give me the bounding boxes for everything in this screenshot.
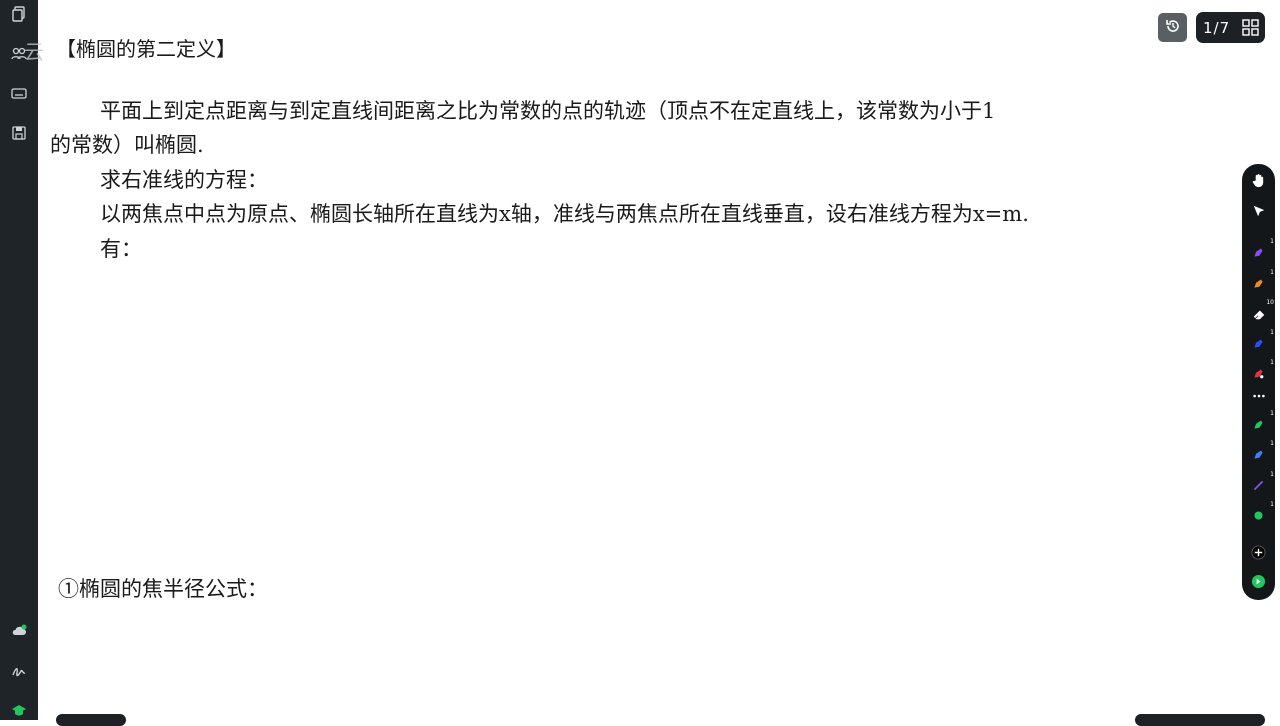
pen-icon[interactable]: 1 — [1250, 329, 1274, 352]
focal-radius-heading: ①椭圆的焦半径公式： — [58, 577, 268, 601]
pen-icon[interactable]: 1 — [1250, 359, 1274, 382]
paragraph-line-2: 的常数）叫椭圆. — [50, 133, 204, 157]
page-number: 1/7 — [1203, 18, 1231, 37]
pointer-icon[interactable] — [1250, 202, 1267, 219]
directrix-prompt: 求右准线的方程： — [100, 168, 268, 192]
graduation-cap-icon[interactable] — [9, 700, 29, 720]
signature-icon[interactable] — [9, 661, 29, 681]
bottom-left-bar[interactable] — [56, 714, 126, 726]
circle-tool-icon[interactable]: 1 — [1250, 501, 1274, 524]
cloud-icon[interactable] — [9, 621, 29, 641]
left-sidebar — [0, 0, 38, 720]
paragraph-line-1: 平面上到定点距离与到定直线间距离之比为常数的点的轨迹（顶点不在定直线上，该常数为… — [100, 99, 996, 123]
add-icon[interactable] — [1250, 544, 1267, 561]
watermark-text: 云 — [24, 40, 44, 64]
save-icon[interactable] — [9, 123, 29, 143]
more-icon[interactable] — [1250, 387, 1267, 404]
keyboard-icon[interactable] — [9, 83, 29, 103]
setup-text: 以两焦点中点为原点、椭圆长轴所在直线为x轴，准线与两焦点所在直线垂直，设右准线方… — [100, 202, 1029, 226]
history-icon — [1164, 17, 1182, 39]
history-button[interactable] — [1158, 13, 1187, 42]
exit-icon[interactable] — [1250, 573, 1267, 590]
bottom-right-bar[interactable] — [1135, 714, 1265, 726]
pen-icon[interactable]: 1 — [1250, 410, 1274, 433]
line-tool-icon[interactable]: 1 — [1250, 471, 1274, 494]
drawing-toolbar: 1 1 10 1 1 1 1 1 1 — [1242, 164, 1275, 600]
pen-icon[interactable]: 1 — [1250, 269, 1274, 292]
pen-icon[interactable]: 1 — [1250, 440, 1274, 463]
page-indicator[interactable]: 1/7 — [1196, 12, 1265, 43]
hand-icon[interactable] — [1250, 172, 1267, 189]
grid-icon[interactable] — [1242, 19, 1259, 40]
copy-icon[interactable] — [9, 4, 29, 24]
section-title: 【椭圆的第二定义】 — [56, 37, 236, 61]
pen-icon[interactable]: 1 — [1250, 238, 1274, 261]
have-text: 有： — [100, 237, 142, 261]
eraser-icon[interactable]: 10 — [1250, 299, 1274, 322]
